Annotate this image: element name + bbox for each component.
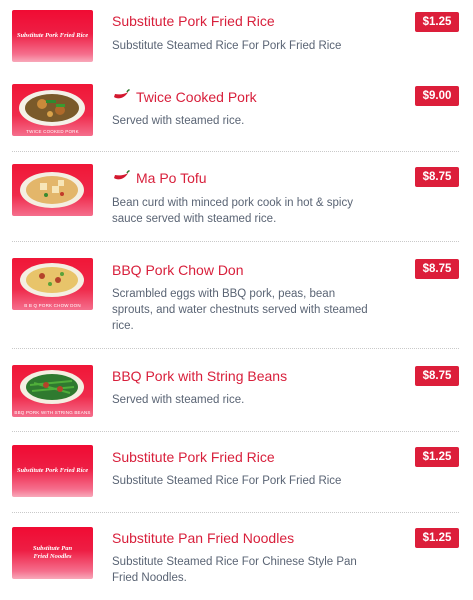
price-badge[interactable]: $8.75 (415, 167, 459, 187)
item-thumbnail[interactable]: Substitute Pork Fried Rice (12, 10, 93, 62)
price-badge[interactable]: $1.25 (415, 12, 459, 32)
thumbnail-label: BBQ PORK WITH STRING BEANS (14, 410, 91, 415)
item-thumbnail[interactable]: Substitute Pan Fried Noodles (12, 527, 93, 579)
divider (12, 431, 459, 432)
chili-pepper-icon (112, 169, 131, 187)
item-thumbnail[interactable]: BBQ PORK WITH STRING BEANS (12, 365, 93, 417)
item-title[interactable]: BBQ Pork Chow Don (112, 261, 244, 279)
item-description: Served with steamed rice. (112, 394, 245, 406)
chili-pepper-icon (112, 88, 131, 106)
item-thumbnail[interactable]: Substitute Pork Fried Rice (12, 445, 93, 497)
item-description: Substitute Steamed Rice For Pork Fried R… (112, 40, 342, 52)
thumbnail-label: B B Q PORK CHOW DON (24, 303, 81, 308)
item-description: Bean curd with minced pork cook in hot &… (112, 197, 353, 225)
item-description: Substitute Steamed Rice For Pork Fried R… (112, 475, 342, 487)
item-title[interactable]: Substitute Pork Fried Rice (112, 12, 275, 30)
divider (12, 151, 459, 152)
price-badge[interactable]: $1.25 (415, 447, 459, 467)
item-title[interactable]: Substitute Pork Fried Rice (112, 448, 275, 466)
item-thumbnail[interactable]: TWICE COOKED PORK (12, 84, 93, 136)
item-description: Scrambled eggs with BBQ pork, peas, bean… (112, 288, 368, 332)
divider (12, 512, 459, 513)
item-title[interactable]: Twice Cooked Pork (136, 88, 257, 106)
food-photo-icon (20, 172, 84, 208)
item-description: Served with steamed rice. (112, 115, 245, 127)
thumbnail-label: Substitute Pork Fried Rice (16, 467, 89, 474)
thumbnail-label: TWICE COOKED PORK (26, 129, 79, 134)
item-description: Substitute Steamed Rice For Chinese Styl… (112, 556, 357, 584)
item-thumbnail[interactable] (12, 164, 93, 216)
item-title[interactable]: Ma Po Tofu (136, 169, 207, 187)
price-badge[interactable]: $8.75 (415, 259, 459, 279)
divider (12, 241, 459, 242)
divider (12, 348, 459, 349)
item-title[interactable]: Substitute Pan Fried Noodles (112, 529, 294, 547)
item-title[interactable]: BBQ Pork with String Beans (112, 367, 287, 385)
price-badge[interactable]: $1.25 (415, 528, 459, 548)
thumbnail-label: Substitute Pan Fried Noodles (32, 545, 73, 560)
menu-list: Substitute Pork Fried Rice Substitute Po… (0, 0, 473, 600)
price-badge[interactable]: $8.75 (415, 366, 459, 386)
item-thumbnail[interactable]: B B Q PORK CHOW DON (12, 258, 93, 310)
thumbnail-label: Substitute Pork Fried Rice (16, 32, 89, 39)
price-badge[interactable]: $9.00 (415, 86, 459, 106)
